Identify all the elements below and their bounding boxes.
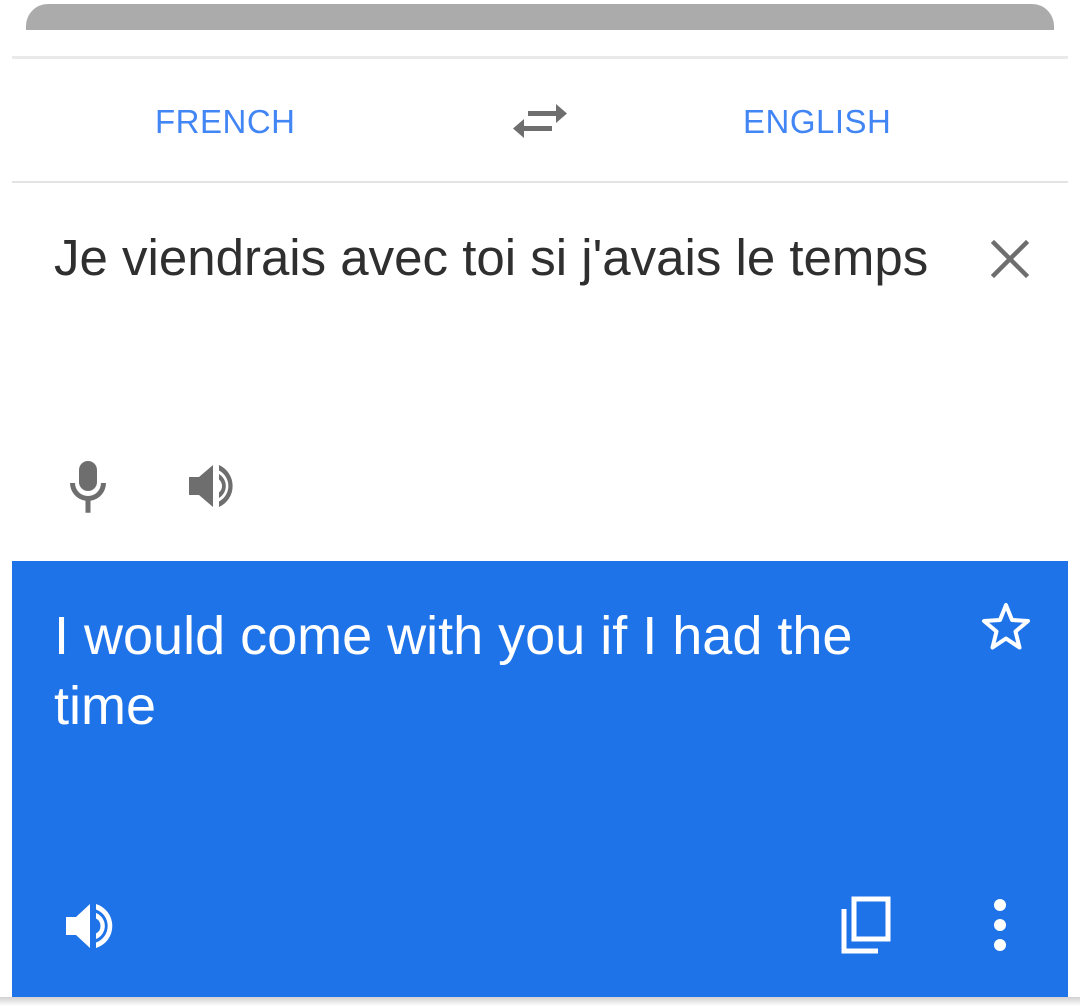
microphone-icon [70,461,106,513]
listen-translation-button[interactable] [62,899,118,953]
target-language-button[interactable]: ENGLISH [743,103,891,141]
source-input-area[interactable]: Je viendrais avec toi si j'avais le temp… [12,183,1068,561]
more-vert-icon [994,899,1006,951]
translation-card-body: FRENCH ENGLISH Je viendrais avec toi si … [12,30,1068,1006]
source-text[interactable]: Je viendrais avec toi si j'avais le temp… [54,224,934,292]
star-outline-icon [982,603,1030,650]
card-bottom-shadow [0,997,1080,1006]
speaker-icon [66,904,113,948]
translation-card: FRENCH ENGLISH Je viendrais avec toi si … [0,30,1080,1006]
swap-arrows-icon [513,104,567,138]
copy-button[interactable] [838,895,894,957]
language-bar: FRENCH ENGLISH [12,59,1068,183]
save-favorite-button[interactable] [980,601,1032,653]
more-options-button[interactable] [986,895,1014,955]
listen-source-button[interactable] [185,461,241,511]
clear-button[interactable] [988,237,1032,281]
microphone-button[interactable] [67,459,109,515]
translation-result-area[interactable]: I would come with you if I had the time [12,561,1068,997]
copy-icon [841,896,891,954]
close-icon [990,239,1030,279]
translated-text[interactable]: I would come with you if I had the time [54,601,914,741]
swap-languages-button[interactable] [512,99,568,145]
source-language-button[interactable]: FRENCH [155,103,296,141]
speaker-icon [189,465,233,507]
